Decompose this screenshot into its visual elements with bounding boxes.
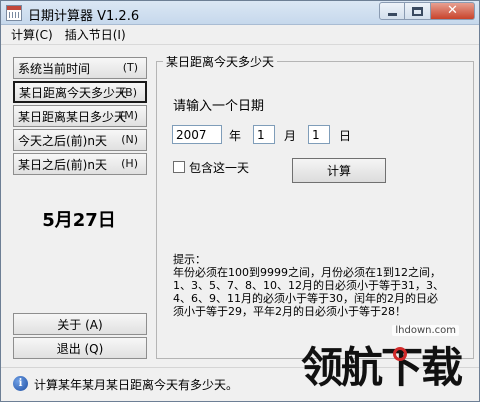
watermark-site: lhdown.com [392,325,459,336]
hotkey-label: (T) [122,61,138,74]
month-unit: 月 [284,129,297,143]
menu-insert-holiday[interactable]: 插入节日(I) [59,26,132,43]
minimize-icon [388,13,397,16]
n-days-from-date-button[interactable]: 某日之后(前)n天 (H) [13,153,147,175]
month-input[interactable] [253,125,275,144]
hotkey-label: (M) [119,109,138,122]
hint-text: 提示： 年份必须在100到9999之间，月份必须在1到12之间， 1、3、5、7… [173,253,444,318]
close-icon: ✕ [447,3,458,18]
menu-bar: 计算(C) 插入节日(I) [1,25,479,45]
hotkey-label: (B) [120,86,137,99]
watermark-ring-icon [393,347,407,361]
hotkey-label: (N) [121,133,138,146]
include-day-label[interactable]: 包含这一天 [189,159,249,176]
maximize-button[interactable] [405,2,431,20]
button-label: 某日距离今天多少天 [19,85,128,100]
days-to-today-button[interactable]: 某日距离今天多少天 (B) [13,81,147,103]
exit-button[interactable]: 退出 (Q) [13,337,147,359]
year-unit: 年 [229,129,242,143]
window-title: 日期计算器 V1.2.6 [28,9,140,24]
app-window: 日期计算器 V1.2.6 ✕ 计算(C) 插入节日(I) 系统当前时间 (T) … [0,0,480,402]
info-icon: i [13,376,28,391]
about-button[interactable]: 关于 (A) [13,313,147,335]
current-date-display: 5月27日 [42,210,116,231]
include-day-checkbox[interactable] [173,161,185,173]
date-prompt: 请输入一个日期 [173,99,265,114]
left-panel: 系统当前时间 (T) 某日距离今天多少天 (B) 某日距离某日多少天 (M) 今… [9,51,149,361]
button-label: 某日距离某日多少天 [18,109,127,124]
status-text: 计算某年某月某日距离今天有多少天。 [34,378,239,392]
title-bar[interactable]: 日期计算器 V1.2.6 ✕ [1,1,479,25]
minimize-button[interactable] [379,2,405,20]
calculate-button[interactable]: 计算 [292,158,386,183]
menu-calculate[interactable]: 计算(C) [5,26,59,43]
day-unit: 日 [339,129,352,143]
calendar-icon [6,5,22,21]
hotkey-label: (H) [121,157,138,170]
button-label: 某日之后(前)n天 [18,157,107,172]
button-label: 今天之后(前)n天 [18,133,107,148]
watermark: lhdown.com 领航下载 [301,325,479,401]
watermark-logo: 领航下载 [301,343,463,392]
day-input[interactable] [308,125,330,144]
current-time-button[interactable]: 系统当前时间 (T) [13,57,147,79]
year-input[interactable] [172,125,222,144]
button-label: 系统当前时间 [18,61,91,76]
maximize-icon [412,7,423,16]
n-days-from-today-button[interactable]: 今天之后(前)n天 (N) [13,129,147,151]
close-button[interactable]: ✕ [431,2,475,20]
days-between-dates-button[interactable]: 某日距离某日多少天 (M) [13,105,147,127]
window-controls: ✕ [379,2,475,20]
groupbox-title: 某日距离今天多少天 [163,53,278,70]
